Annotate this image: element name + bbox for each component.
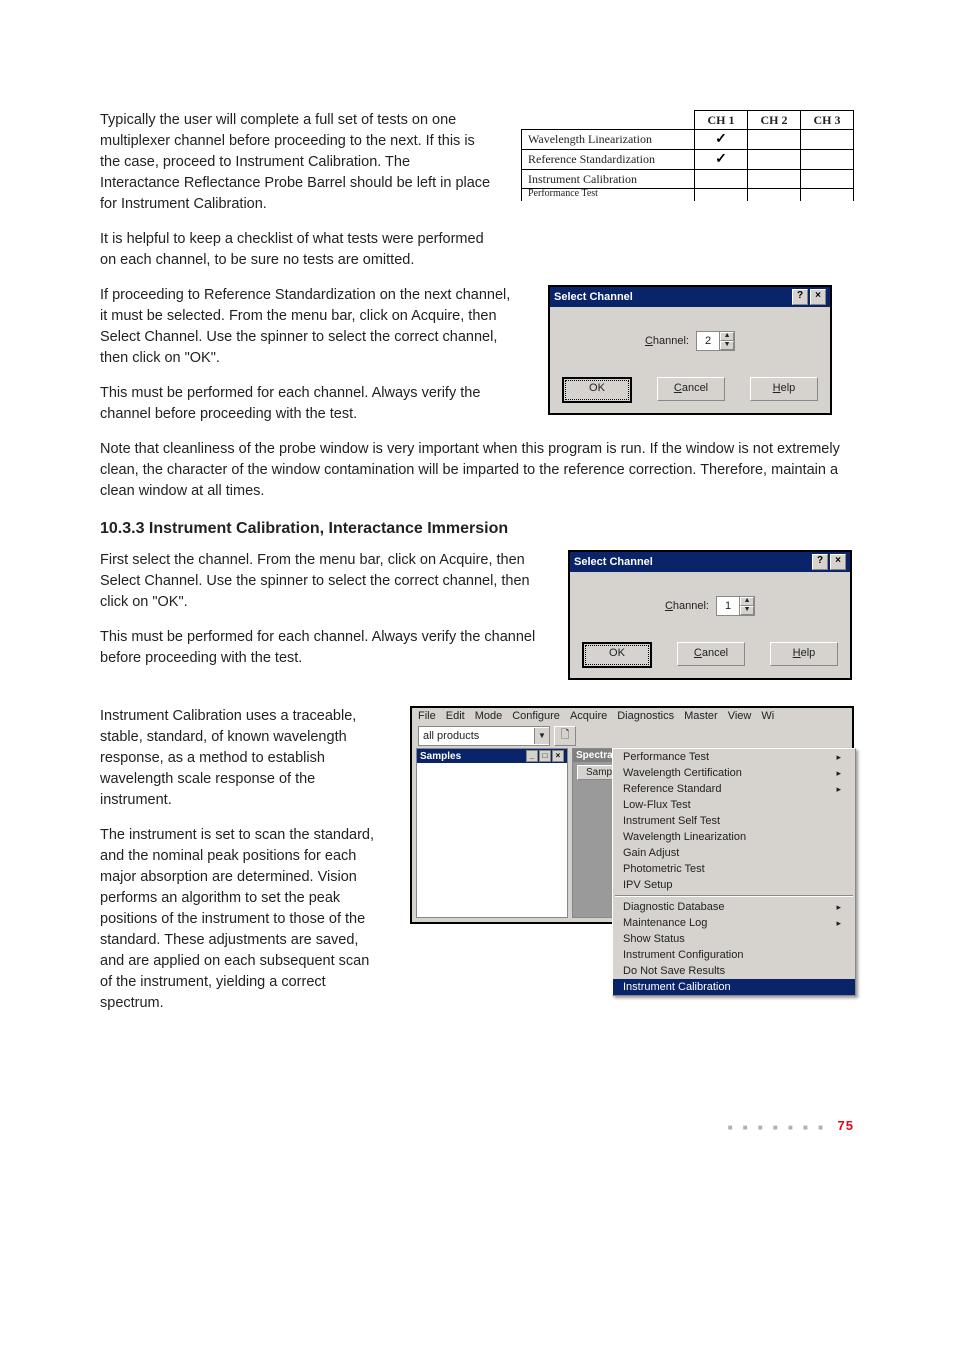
panel-title: Samples — [420, 751, 525, 762]
spinner-up-icon[interactable]: ▲ — [740, 597, 754, 606]
menu-item[interactable]: Gain Adjust — [613, 845, 855, 861]
page-footer: ■ ■ ■ ■ ■ ■ ■ 75 — [100, 1118, 854, 1133]
menu-item[interactable]: Wavelength Linearization — [613, 829, 855, 845]
menu-item[interactable]: Maintenance Log — [613, 915, 855, 931]
channel-value: 2 — [697, 332, 720, 350]
body-p4: This must be performed for each channel.… — [100, 383, 520, 425]
maximize-icon[interactable]: □ — [539, 750, 551, 762]
menu-item[interactable]: Reference Standard — [613, 781, 855, 797]
product-combo-text: all products — [419, 730, 534, 742]
vision-app-window: File Edit Mode Configure Acquire Diagnos… — [410, 706, 854, 924]
checklist-row-label: Instrument Calibration — [522, 170, 695, 189]
channel-label: Channel: — [665, 600, 709, 612]
checklist-header-ch3: CH 3 — [801, 111, 854, 130]
channel-label: Channel: — [645, 335, 689, 347]
cancel-button[interactable]: Cancel — [657, 377, 725, 401]
menu-item[interactable]: Instrument Self Test — [613, 813, 855, 829]
diagnostics-dropdown: Performance Test Wavelength Certificatio… — [612, 748, 856, 996]
body-p5: Note that cleanliness of the probe windo… — [100, 439, 854, 502]
spinner-up-icon[interactable]: ▲ — [720, 332, 734, 341]
channel-spinner[interactable]: 2 ▲ ▼ — [696, 331, 735, 351]
body-p8: Instrument Calibration uses a traceable,… — [100, 706, 382, 811]
minimize-icon[interactable]: _ — [526, 750, 538, 762]
menubar: File Edit Mode Configure Acquire Diagnos… — [412, 708, 852, 724]
body-p9: The instrument is set to scan the standa… — [100, 825, 382, 1014]
spinner-down-icon[interactable]: ▼ — [720, 341, 734, 350]
menu-wi[interactable]: Wi — [761, 710, 774, 722]
ok-button[interactable]: OK — [562, 377, 632, 403]
check-icon: ✓ — [715, 152, 727, 167]
menu-file[interactable]: File — [418, 710, 436, 722]
menu-item[interactable]: Low-Flux Test — [613, 797, 855, 813]
menu-item[interactable]: Diagnostic Database — [613, 899, 855, 915]
help-button[interactable]: Help — [750, 377, 818, 401]
close-icon[interactable]: × — [830, 554, 846, 570]
checklist-header-ch2: CH 2 — [748, 111, 801, 130]
product-combo[interactable]: all products ▼ — [418, 726, 550, 746]
menu-master[interactable]: Master — [684, 710, 718, 722]
check-icon: ✓ — [715, 132, 727, 147]
ok-button[interactable]: OK — [582, 642, 652, 668]
spinner-down-icon[interactable]: ▼ — [740, 606, 754, 615]
help-button[interactable]: Help — [770, 642, 838, 666]
page-number: 75 — [838, 1118, 854, 1133]
cancel-button[interactable]: Cancel — [677, 642, 745, 666]
section-heading: 10.3.3 Instrument Calibration, Interacta… — [100, 520, 854, 538]
menu-configure[interactable]: Configure — [512, 710, 560, 722]
menu-item[interactable]: Instrument Configuration — [613, 947, 855, 963]
footer-dots-icon: ■ ■ ■ ■ ■ ■ ■ — [728, 1123, 827, 1132]
menu-edit[interactable]: Edit — [446, 710, 465, 722]
menu-item[interactable]: Show Status — [613, 931, 855, 947]
menu-mode[interactable]: Mode — [475, 710, 503, 722]
body-p2: It is helpful to keep a checklist of wha… — [100, 229, 493, 271]
menu-item[interactable]: Do Not Save Results — [613, 963, 855, 979]
samples-panel: Samples _ □ × — [416, 748, 568, 918]
menu-item-instrument-calibration[interactable]: Instrument Calibration — [613, 979, 855, 995]
select-channel-dialog: Select Channel ? × Channel: 1 ▲ ▼ OK — [568, 550, 852, 680]
menu-item[interactable]: Photometric Test — [613, 861, 855, 877]
menu-item[interactable]: Performance Test — [613, 749, 855, 765]
chevron-down-icon[interactable]: ▼ — [534, 728, 549, 744]
menu-acquire[interactable]: Acquire — [570, 710, 607, 722]
body-p1: Typically the user will complete a full … — [100, 110, 493, 215]
body-p7: This must be performed for each channel.… — [100, 627, 540, 669]
channel-value: 1 — [717, 597, 740, 615]
checklist-table: CH 1 CH 2 CH 3 Wavelength Linearization … — [521, 110, 854, 201]
new-document-icon[interactable]: 🗋 — [554, 726, 576, 746]
checklist-header-ch1: CH 1 — [695, 111, 748, 130]
help-icon[interactable]: ? — [792, 289, 808, 305]
menu-view[interactable]: View — [728, 710, 752, 722]
close-icon[interactable]: × — [810, 289, 826, 305]
menu-item[interactable]: Wavelength Certification — [613, 765, 855, 781]
close-icon[interactable]: × — [552, 750, 564, 762]
dialog-title: Select Channel — [554, 291, 790, 303]
menu-item[interactable]: IPV Setup — [613, 877, 855, 893]
checklist-row-label: Performance Test — [522, 189, 695, 202]
checklist-row-label: Reference Standardization — [522, 150, 695, 170]
select-channel-dialog: Select Channel ? × Channel: 2 ▲ ▼ OK — [548, 285, 832, 415]
channel-spinner[interactable]: 1 ▲ ▼ — [716, 596, 755, 616]
body-p3: If proceeding to Reference Standardizati… — [100, 285, 520, 369]
dialog-title: Select Channel — [574, 556, 810, 568]
checklist-row-label: Wavelength Linearization — [522, 130, 695, 150]
body-p6: First select the channel. From the menu … — [100, 550, 540, 613]
menu-diagnostics[interactable]: Diagnostics — [617, 710, 674, 722]
help-icon[interactable]: ? — [812, 554, 828, 570]
